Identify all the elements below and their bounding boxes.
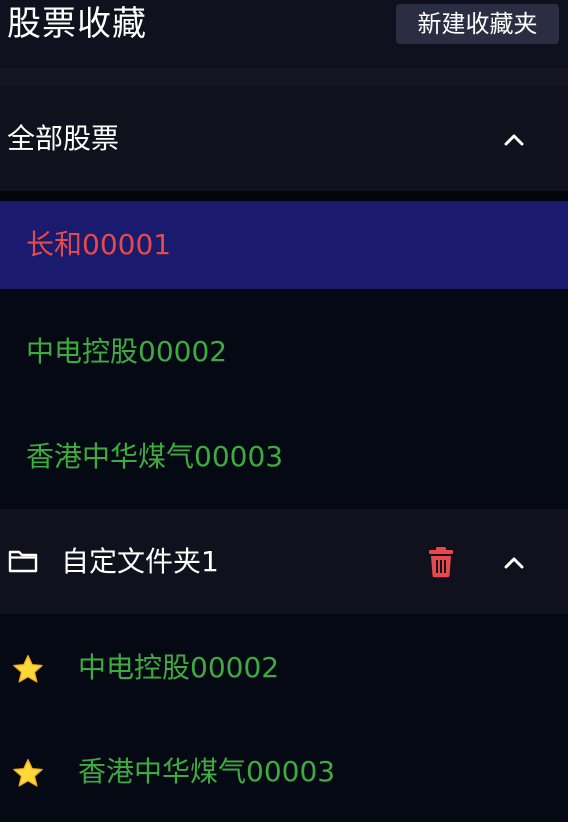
section-divider <box>0 191 568 201</box>
stock-row-label: 中电控股00002 <box>26 335 228 368</box>
section-title-all-stocks: 全部股票 <box>7 122 120 155</box>
favorite-stock-label: 香港中华煤气00003 <box>78 755 336 788</box>
stock-row[interactable]: 中电控股00002 <box>0 308 568 396</box>
header-divider <box>0 68 568 86</box>
folder-icon <box>8 550 38 573</box>
stock-row-label: 长和00001 <box>26 228 172 261</box>
chevron-up-icon[interactable] <box>500 126 528 154</box>
stock-row-label: 香港中华煤气00003 <box>26 440 284 473</box>
star-icon <box>13 654 43 683</box>
section-title-custom-folder: 自定文件夹1 <box>61 545 219 578</box>
star-icon <box>13 758 43 787</box>
chevron-up-icon[interactable] <box>500 549 528 577</box>
section-all-stocks[interactable]: 全部股票 <box>0 86 568 191</box>
stock-row-selected[interactable]: 长和00001 <box>0 201 568 289</box>
favorite-stock-row[interactable]: 香港中华煤气00003 <box>0 722 568 822</box>
app-header: 股票收藏 新建收藏夹 <box>0 0 568 68</box>
new-folder-button[interactable]: 新建收藏夹 <box>396 4 559 44</box>
stock-row[interactable]: 香港中华煤气00003 <box>0 413 568 501</box>
favorite-stock-label: 中电控股00002 <box>78 651 280 684</box>
trash-icon[interactable] <box>427 546 455 578</box>
section-custom-folder[interactable]: 自定文件夹1 <box>0 509 568 614</box>
favorite-stock-row[interactable]: 中电控股00002 <box>0 618 568 718</box>
page-title: 股票收藏 <box>7 4 147 44</box>
